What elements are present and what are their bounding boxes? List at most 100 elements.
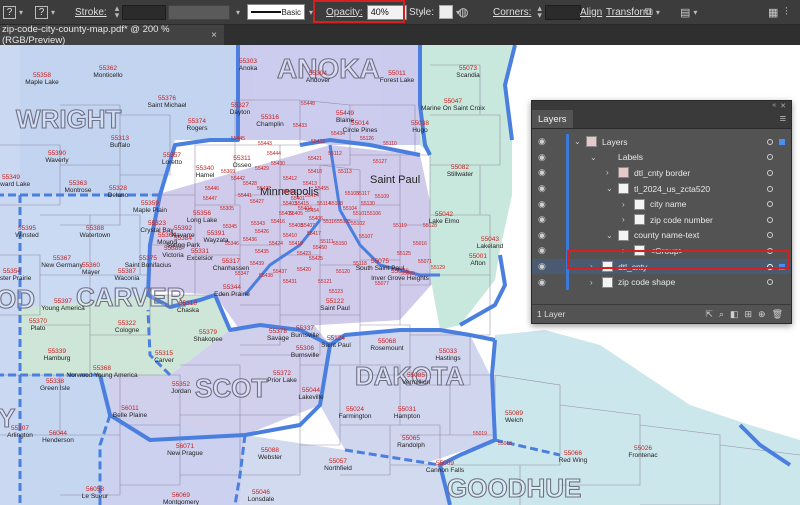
target-icon[interactable]	[767, 154, 773, 161]
place-label-55370: Plato	[31, 325, 46, 332]
place-label-55065: Randolph	[397, 442, 425, 449]
layer-name[interactable]: zip code number	[650, 215, 713, 225]
chevron-down-icon[interactable]: ⌄	[606, 184, 613, 193]
eye-icon[interactable]: ◉	[538, 277, 546, 288]
close-icon[interactable]: ×	[211, 30, 217, 41]
zip-label-55454: 55454	[305, 208, 319, 214]
eye-icon[interactable]: ◉	[538, 261, 546, 272]
zip-label-55407: 55407	[301, 223, 315, 229]
corners-label[interactable]: Corners:	[493, 7, 531, 18]
new-sublayer-icon[interactable]: ⊞	[744, 309, 752, 320]
zip-label-55340: 55340	[196, 165, 214, 172]
place-label-55358: Maple Lake	[25, 79, 59, 86]
collapse-icon[interactable]: «	[772, 102, 776, 109]
align-link[interactable]: Align	[580, 0, 602, 24]
layer-name[interactable]: Labels	[618, 152, 643, 162]
panel-menu-icon[interactable]: ⫶	[785, 0, 788, 24]
layer-row-county-name-text[interactable]: ◉ ⌄ county name-text	[532, 227, 791, 244]
variable-width-profile[interactable]: ▾	[168, 0, 240, 24]
zip-label-55455: 55455	[315, 186, 329, 192]
chevron-down-icon[interactable]: ▾	[19, 8, 23, 17]
panel-menu-icon[interactable]: ≡	[780, 113, 786, 125]
tab-layers[interactable]: Layers	[532, 110, 573, 128]
place-label-55374: Rogers	[187, 125, 209, 132]
zip-label-56058: 56058	[86, 486, 104, 493]
target-icon[interactable]	[767, 232, 773, 239]
target-icon[interactable]	[767, 201, 773, 208]
layer-row-zip-code-number[interactable]: ◉ › zip code number	[532, 211, 791, 228]
zip-label-55392: 55392	[174, 225, 192, 232]
eye-icon[interactable]: ◉	[538, 199, 546, 210]
brush-definition[interactable]: Basic ▾	[247, 0, 313, 24]
eye-icon[interactable]: ◉	[538, 136, 546, 147]
eye-icon[interactable]: ◉	[538, 230, 546, 241]
chevron-down-icon[interactable]: ▾	[236, 8, 240, 17]
trash-icon[interactable]: 🗑	[772, 309, 783, 320]
document-tab[interactable]: zip-code-city-county-map.pdf* @ 200 % (R…	[0, 24, 224, 46]
selection-indicator[interactable]	[779, 138, 785, 145]
place-label-55379: Shakopee	[193, 336, 223, 343]
layer-name[interactable]: city name	[650, 199, 686, 209]
zip-label-55369: 55369	[221, 169, 235, 175]
stroke-weight-field[interactable]	[122, 4, 167, 20]
eye-icon[interactable]: ◉	[538, 152, 546, 163]
zip-label-55125: 55125	[397, 251, 411, 257]
arrange-icon[interactable]: ▤ ▾	[680, 0, 697, 24]
corners-field[interactable]	[544, 4, 581, 20]
question-icon[interactable]: ?	[35, 5, 48, 19]
export-icon[interactable]: ⇱	[705, 309, 713, 320]
layer-name[interactable]: tl_2024_us_zcta520	[634, 184, 710, 194]
eye-icon[interactable]: ◉	[538, 183, 546, 194]
layer-row-dtl-cnty-border[interactable]: ◉ › dtl_cnty border	[532, 165, 791, 181]
layer-name[interactable]: Layers	[602, 137, 628, 147]
chevron-down-icon[interactable]: ⌄	[606, 231, 613, 240]
target-icon[interactable]	[767, 169, 773, 176]
clipping-mask-icon[interactable]: ◧	[730, 309, 739, 320]
locate-object-icon[interactable]: ⌕	[719, 309, 724, 320]
zip-label-55376: 55376	[158, 95, 176, 102]
zip-label-55068: 55068	[378, 338, 396, 345]
layer-row-zcta[interactable]: ◉ ⌄ tl_2024_us_zcta520	[532, 180, 791, 197]
chevron-right-icon[interactable]: ›	[606, 168, 609, 177]
chevron-right-icon[interactable]: ›	[622, 200, 625, 209]
close-icon[interactable]: ✕	[780, 102, 786, 110]
zip-label-55433: 55433	[293, 123, 307, 129]
chevron-right-icon[interactable]: ›	[622, 215, 625, 224]
zip-label-55368: 55368	[93, 365, 111, 372]
target-icon[interactable]	[767, 279, 773, 286]
target-icon[interactable]	[767, 216, 773, 223]
target-icon[interactable]	[767, 138, 773, 145]
stroke-control: Stroke: ▴▾ ▾	[75, 0, 173, 24]
city-label-saint-paul: Saint Paul	[370, 174, 420, 186]
recolor-control[interactable]: ? ▾	[3, 0, 23, 24]
recolor-artwork-icon[interactable]: ◍	[458, 0, 468, 24]
zip-label-55128: 55128	[423, 223, 437, 229]
target-icon[interactable]	[767, 185, 773, 192]
layer-row-city-name[interactable]: ◉ › city name	[532, 196, 791, 212]
layer-row-layers[interactable]: ◉ ⌄ Layers	[532, 134, 791, 150]
isolate-icon[interactable]: ⧉ ▾	[645, 0, 660, 24]
layer-row-labels[interactable]: ◉ ⌄ Labels	[532, 149, 791, 166]
layer-name[interactable]: dtl_cnty border	[634, 168, 690, 178]
panel-grid-icon[interactable]: ▦	[768, 0, 778, 24]
chevron-right-icon[interactable]: ›	[590, 278, 593, 287]
chevron-down-icon[interactable]: ▾	[51, 8, 55, 17]
corners-spinner[interactable]: ▴ ▾	[537, 4, 542, 20]
graphic-style-swatch[interactable]	[439, 5, 454, 19]
eye-icon[interactable]: ◉	[538, 245, 546, 256]
stroke-weight-spinner[interactable]: ▴ ▾	[115, 4, 120, 20]
eye-icon[interactable]: ◉	[538, 214, 546, 225]
variable-control[interactable]: ? ▾	[35, 0, 55, 24]
layer-row-zip-code-shape[interactable]: ◉ › zip code shape	[532, 274, 791, 290]
panel-collapse-bar[interactable]: «✕	[532, 101, 791, 110]
layer-name[interactable]: county name-text	[634, 230, 699, 240]
chevron-down-icon[interactable]: ⌄	[590, 153, 597, 162]
layer-name[interactable]: zip code shape	[618, 277, 675, 287]
chevron-down-icon[interactable]: ⌄	[574, 137, 581, 146]
eye-icon[interactable]: ◉	[538, 167, 546, 178]
stroke-label[interactable]: Stroke:	[75, 7, 107, 18]
corners-control: Corners: ▴ ▾	[493, 0, 581, 24]
question-icon[interactable]: ?	[3, 5, 16, 19]
new-layer-icon[interactable]: ⊕	[758, 309, 766, 320]
align-label[interactable]: Align	[580, 7, 602, 18]
